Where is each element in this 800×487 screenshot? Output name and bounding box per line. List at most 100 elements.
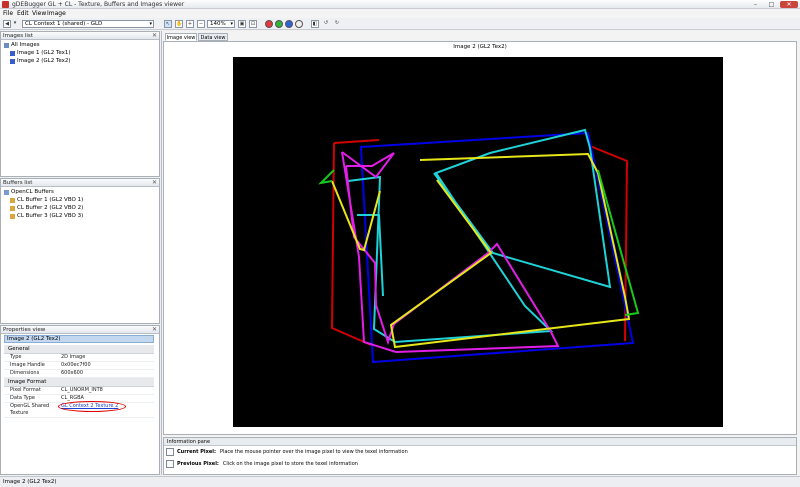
pan-hand-icon[interactable]: ✋ [175,20,183,28]
highlight-ellipse [58,401,126,412]
dropdown-arrow-icon[interactable]: ▾ [12,20,18,28]
images-list-header: Images list ✕ [1,32,159,40]
buffer-icon [10,205,15,211]
property-value: 2D Image [61,354,86,360]
current-pixel-icon [166,448,174,456]
list-item[interactable]: Image 2 (GL2 Tex2) [4,57,71,65]
images-list-panel: Images list ✕ All Images Image 1 (GL2 Te… [0,31,160,177]
minimize-button[interactable]: – [748,1,763,8]
property-value: 0x00ec7f00 [61,362,91,368]
list-item-label: CL Buffer 3 (GL2 VBO 3) [17,213,84,219]
current-pixel-label: Current Pixel: [177,449,216,455]
tab-image-view[interactable]: Image view [165,33,197,41]
property-key: Pixel Format [10,387,41,393]
back-arrow-icon[interactable]: ◀ [3,20,11,28]
property-value: CL_UNORM_INT8 [61,387,103,393]
section-general: General [4,345,154,354]
previous-pixel-row: Previous Pixel: Click on the image pixel… [166,460,358,468]
image-icon [10,58,15,64]
property-row: Image Handle 0x00ec7f00 [4,362,154,370]
property-row: Dimensions 600x600 [4,370,154,378]
current-pixel-row: Current Pixel: Place the mouse pointer o… [166,448,408,456]
tab-data-view[interactable]: Data view [198,33,228,41]
canvas-background [233,57,723,427]
original-size-icon[interactable]: ⊡ [249,20,257,28]
list-item[interactable]: CL Buffer 3 (GL2 VBO 3) [4,212,83,220]
zoom-select[interactable]: 140% ▾ [207,20,235,28]
information-pane-header: Information pane [164,438,796,446]
menu-file[interactable]: File [3,10,13,17]
menu-bar: File Edit View Image [0,9,800,18]
title-bar: gDEBugger GL + CL - Texture, Buffers and… [0,0,800,9]
previous-pixel-text: Click on the image pixel to store the te… [222,461,358,467]
alpha-channel-icon[interactable] [295,20,303,28]
current-pixel-text: Place the mouse pointer over the image p… [219,449,408,455]
zoom-out-icon[interactable]: − [197,20,205,28]
blue-channel-icon[interactable] [285,20,293,28]
list-item[interactable]: CL Buffer 2 (GL2 VBO 2) [4,204,83,212]
menu-view[interactable]: View [32,10,46,17]
chevron-down-icon: ▾ [149,21,152,27]
select-pointer-icon[interactable]: ↖ [164,20,172,28]
green-channel-icon[interactable] [275,20,283,28]
rotate-right-icon[interactable]: ↻ [333,20,341,28]
buffers-tree: OpenCL Buffers CL Buffer 1 (GL2 VBO 1) C… [4,188,83,220]
list-item-label: Image 1 (GL2 Tex1) [17,50,71,56]
images-list-title: Images list [3,33,33,39]
property-row: OpenGL Shared Texture GL Context 2 Textu… [4,401,154,418]
zoom-select-value: 140% [210,21,226,27]
buffer-icon [10,213,15,219]
tree-root-label: All Images [11,42,40,48]
status-bar: Image 2 (GL2 Tex2) [0,476,800,487]
properties-title: Properties view [3,327,46,333]
menu-edit[interactable]: Edit [17,10,29,17]
previous-pixel-label: Previous Pixel: [177,461,219,467]
property-key: Data Type [10,395,36,401]
property-key: OpenGL Shared Texture [10,403,50,416]
menu-image[interactable]: Image [47,10,66,17]
buffers-folder-icon [4,189,9,195]
close-icon[interactable]: ✕ [152,326,157,334]
list-item-label: CL Buffer 1 (GL2 VBO 1) [17,197,84,203]
images-folder-icon [4,42,9,48]
buffer-icon [10,197,15,203]
list-item-label: Image 2 (GL2 Tex2) [17,58,71,64]
properties-table: General Type 2D Image Image Handle 0x00e… [4,345,154,418]
zoom-in-icon[interactable]: + [186,20,194,28]
red-channel-icon[interactable] [265,20,273,28]
list-item[interactable]: CL Buffer 1 (GL2 VBO 1) [4,196,83,204]
context-select-value: CL Context 1 (shared) - GLD [25,21,103,27]
property-value: 600x600 [61,370,84,376]
app-icon [2,1,9,8]
properties-panel: Properties view ✕ Image 2 (GL2 Tex2) Gen… [0,325,160,475]
window-title: gDEBugger GL + CL - Texture, Buffers and… [12,1,185,8]
buffers-list-panel: Buffers list ✕ OpenCL Buffers CL Buffer … [0,178,160,324]
tree-root-opencl-buffers[interactable]: OpenCL Buffers [4,188,83,196]
images-tree: All Images Image 1 (GL2 Tex1) Image 2 (G… [4,41,71,65]
properties-header: Properties view ✕ [1,326,159,334]
close-button[interactable]: ✕ [780,1,798,8]
rotate-left-icon[interactable]: ↺ [322,20,330,28]
context-select[interactable]: CL Context 1 (shared) - GLD ▾ [22,20,154,28]
list-item[interactable]: Image 1 (GL2 Tex1) [4,49,71,57]
property-row: Pixel Format CL_UNORM_INT8 [4,387,154,395]
property-key: Image Handle [10,362,45,368]
chevron-down-icon: ▾ [230,21,233,27]
buffers-list-header: Buffers list ✕ [1,179,159,187]
property-key: Type [10,354,22,360]
image-view-pane: Image 2 (GL2 Tex2) [163,41,797,435]
buffers-list-title: Buffers list [3,180,33,186]
image-icon [10,50,15,56]
image-caption: Image 2 (GL2 Tex2) [453,44,507,50]
tree-root-label: OpenCL Buffers [11,189,54,195]
fit-window-icon[interactable]: ▣ [238,20,246,28]
close-icon[interactable]: ✕ [152,32,157,40]
tree-root-all-images[interactable]: All Images [4,41,71,49]
close-icon[interactable]: ✕ [152,179,157,187]
property-row: Type 2D Image [4,354,154,362]
properties-selected-object: Image 2 (GL2 Tex2) [4,335,154,343]
toolbar: ◀ ▾ CL Context 1 (shared) - GLD ▾ ↖ ✋ + … [0,18,800,30]
maximize-button[interactable]: □ [764,1,779,8]
texture-canvas[interactable] [233,57,723,427]
grayscale-icon[interactable]: ◧ [311,20,319,28]
